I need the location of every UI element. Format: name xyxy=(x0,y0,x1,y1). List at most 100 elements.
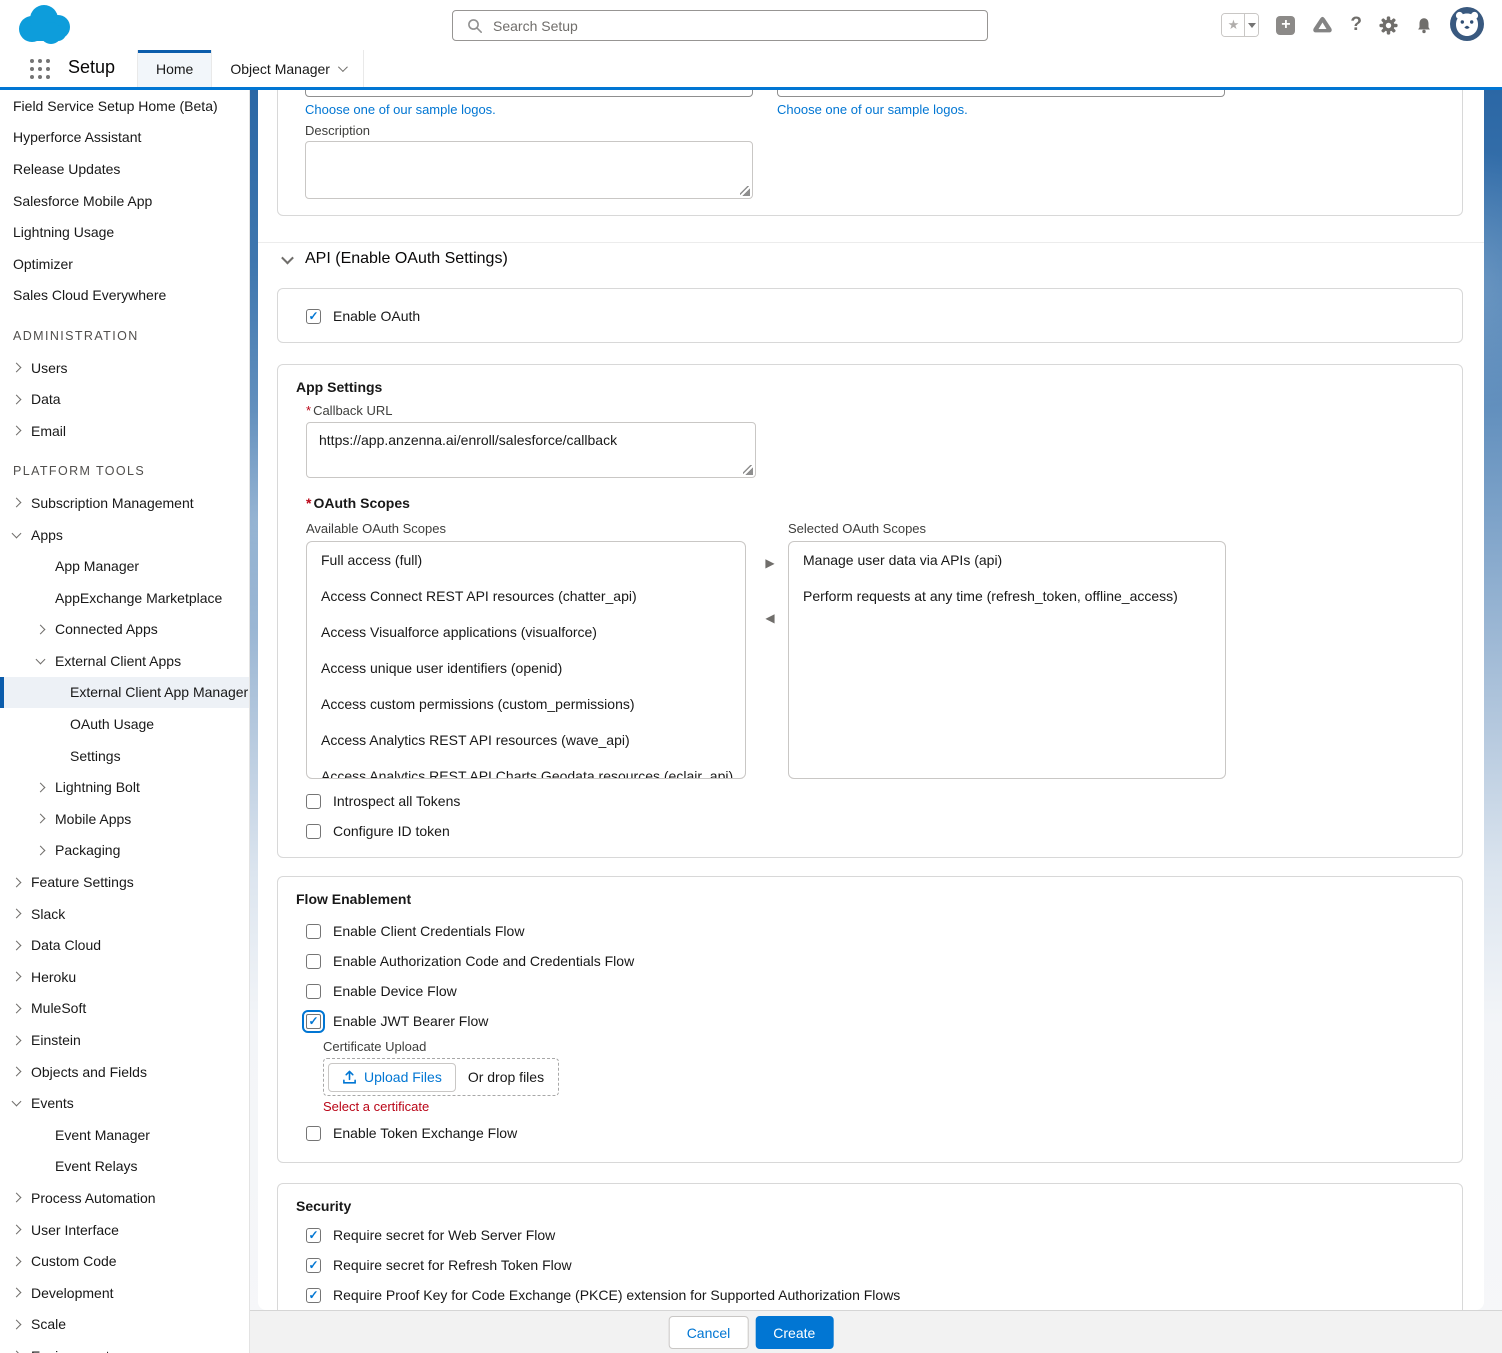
sidebar-item[interactable]: Custom Code xyxy=(0,1245,249,1277)
sidebar-item[interactable]: Hyperforce Assistant xyxy=(0,122,249,154)
collapse-section-icon[interactable] xyxy=(281,251,294,264)
salesforce-logo xyxy=(14,3,76,52)
sidebar-item[interactable]: Environments xyxy=(0,1340,249,1353)
sidebar-item[interactable]: MuleSoft xyxy=(0,993,249,1025)
scope-option[interactable]: Access unique user identifiers (openid) xyxy=(307,650,745,686)
sidebar-item[interactable]: App Manager xyxy=(0,550,249,582)
scope-option[interactable]: Full access (full) xyxy=(307,542,745,578)
available-scopes-listbox[interactable]: Full access (full)Access Connect REST AP… xyxy=(306,541,746,779)
sidebar-item[interactable]: Salesforce Mobile App xyxy=(0,185,249,217)
sidebar-item[interactable]: Mobile Apps xyxy=(0,803,249,835)
gear-icon[interactable] xyxy=(1379,16,1398,35)
sidebar-item[interactable]: Subscription Management xyxy=(0,487,249,519)
chevron-icon xyxy=(36,846,46,856)
scope-option[interactable]: Access Visualforce applications (visualf… xyxy=(307,614,745,650)
sidebar-item[interactable]: External Client Apps xyxy=(0,645,249,677)
sidebar-item[interactable]: OAuth Usage xyxy=(0,708,249,740)
favorites-star-icon[interactable] xyxy=(1222,14,1244,36)
flow-enablement-card: Flow Enablement Enable Client Credential… xyxy=(277,876,1463,1163)
sidebar-item[interactable]: Email xyxy=(0,415,249,447)
sidebar-item[interactable]: Sales Cloud Everywhere xyxy=(0,280,249,312)
sidebar-item[interactable]: Apps xyxy=(0,519,249,551)
trailhead-icon[interactable] xyxy=(1312,16,1333,35)
sidebar-item[interactable]: Data Cloud xyxy=(0,929,249,961)
logo-url-input[interactable] xyxy=(305,90,753,97)
user-avatar[interactable] xyxy=(1450,7,1484,44)
sidebar-item[interactable]: Event Manager xyxy=(0,1119,249,1151)
sample-logos-link[interactable]: Choose one of our sample logos. xyxy=(777,102,968,117)
sidebar-item[interactable]: Lightning Usage xyxy=(0,216,249,248)
sidebar-item[interactable]: PLATFORM TOOLS xyxy=(0,456,249,488)
sidebar-item[interactable]: User Interface xyxy=(0,1214,249,1246)
resize-handle[interactable] xyxy=(743,465,753,475)
sidebar-item[interactable]: Einstein xyxy=(0,1024,249,1056)
required-asterisk: * xyxy=(306,495,311,511)
sidebar-item[interactable]: Settings xyxy=(0,740,249,772)
flow-checkbox[interactable] xyxy=(306,924,321,939)
sidebar-item[interactable]: Event Relays xyxy=(0,1151,249,1183)
create-button[interactable]: Create xyxy=(755,1316,833,1349)
scope-option[interactable]: Access Analytics REST API resources (wav… xyxy=(307,722,745,758)
callback-url-textarea[interactable]: https://app.anzenna.ai/enroll/salesforce… xyxy=(306,422,756,478)
scope-option[interactable]: Access Connect REST API resources (chatt… xyxy=(307,578,745,614)
sample-logos-link[interactable]: Choose one of our sample logos. xyxy=(305,102,496,117)
selected-scopes-listbox[interactable]: Manage user data via APIs (api)Perform r… xyxy=(788,541,1226,779)
icon-url-input[interactable] xyxy=(777,90,1225,97)
security-checkbox[interactable] xyxy=(306,1258,321,1273)
scope-option[interactable]: Access Analytics REST API Charts Geodata… xyxy=(307,758,745,779)
global-header xyxy=(0,0,1502,50)
description-textarea[interactable] xyxy=(305,141,753,199)
scope-option[interactable]: Manage user data via APIs (api) xyxy=(789,542,1225,578)
sidebar-item[interactable]: Users xyxy=(0,352,249,384)
app-launcher-icon[interactable] xyxy=(30,59,51,80)
flow-checkbox[interactable] xyxy=(306,954,321,969)
sidebar-item[interactable]: AppExchange Marketplace xyxy=(0,582,249,614)
move-left-icon[interactable] xyxy=(760,608,780,628)
flow-checkbox[interactable] xyxy=(306,1014,321,1029)
setup-tab[interactable]: Object Manager xyxy=(212,50,364,87)
sidebar-item[interactable]: Process Automation xyxy=(0,1182,249,1214)
sidebar-item[interactable]: Heroku xyxy=(0,961,249,993)
enable-oauth-checkbox[interactable] xyxy=(306,309,321,324)
sidebar-item[interactable]: External Client App Manager xyxy=(0,677,249,709)
chevron-icon xyxy=(36,814,46,824)
quick-create-icon[interactable] xyxy=(1276,16,1295,35)
setup-tab[interactable]: Home xyxy=(137,50,212,87)
sidebar-item[interactable]: Events xyxy=(0,1087,249,1119)
chevron-icon xyxy=(12,1193,22,1203)
sidebar-item[interactable]: Release Updates xyxy=(0,153,249,185)
security-checkbox[interactable] xyxy=(306,1228,321,1243)
introspect-tokens-checkbox[interactable] xyxy=(306,794,321,809)
sidebar-item[interactable]: Lightning Bolt xyxy=(0,771,249,803)
scope-option[interactable]: Access custom permissions (custom_permis… xyxy=(307,686,745,722)
sidebar-item[interactable]: Feature Settings xyxy=(0,866,249,898)
security-checkbox[interactable] xyxy=(306,1288,321,1303)
configure-id-token-checkbox[interactable] xyxy=(306,824,321,839)
certificate-dropzone[interactable]: Upload Files Or drop files xyxy=(323,1058,559,1096)
flow-checkbox-row: Enable Client Credentials Flow xyxy=(306,916,634,946)
sidebar-item[interactable]: Packaging xyxy=(0,835,249,867)
sidebar-item[interactable]: ADMINISTRATION xyxy=(0,320,249,352)
sidebar-item[interactable]: Field Service Setup Home (Beta) xyxy=(0,90,249,122)
sidebar-item[interactable]: Objects and Fields xyxy=(0,1056,249,1088)
scope-option[interactable]: Perform requests at any time (refresh_to… xyxy=(789,578,1225,614)
favorites-dropdown-icon[interactable] xyxy=(1244,14,1258,36)
search-input[interactable] xyxy=(493,18,987,34)
upload-icon xyxy=(342,1070,357,1085)
action-bar: Cancel Create xyxy=(250,1310,1502,1353)
sidebar-item[interactable]: Data xyxy=(0,383,249,415)
chevron-icon xyxy=(36,624,46,634)
notifications-bell-icon[interactable] xyxy=(1415,16,1433,35)
cancel-button[interactable]: Cancel xyxy=(669,1316,749,1349)
sidebar-item[interactable]: Slack xyxy=(0,898,249,930)
upload-files-button[interactable]: Upload Files xyxy=(328,1063,456,1092)
sidebar-item[interactable]: Development xyxy=(0,1277,249,1309)
help-icon[interactable] xyxy=(1350,14,1362,36)
sidebar-item[interactable]: Scale xyxy=(0,1309,249,1341)
sidebar-item[interactable]: Connected Apps xyxy=(0,614,249,646)
resize-handle[interactable] xyxy=(740,186,750,196)
sidebar-item[interactable]: Optimizer xyxy=(0,248,249,280)
flow-checkbox[interactable] xyxy=(306,984,321,999)
move-right-icon[interactable] xyxy=(760,553,780,573)
token-exchange-checkbox[interactable] xyxy=(306,1126,321,1141)
